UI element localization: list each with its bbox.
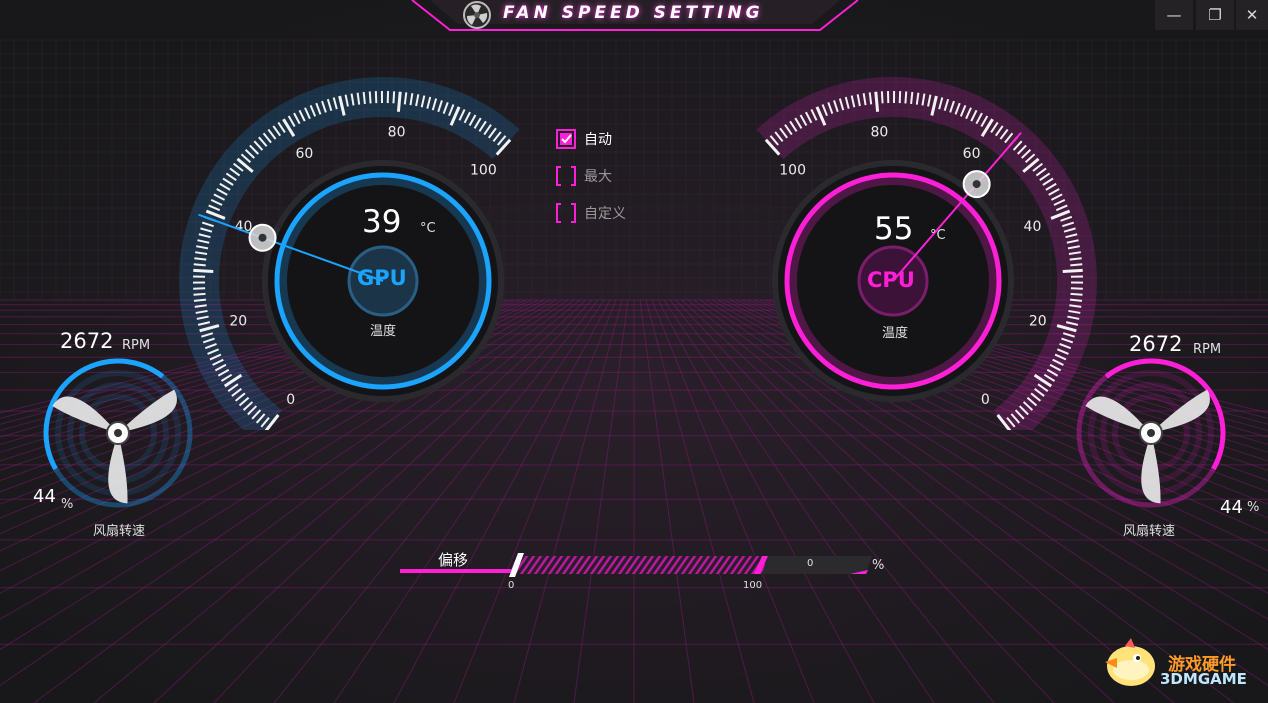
cpu-gauge-tick (1070, 263, 1083, 267)
gpu-gauge-tick (193, 292, 206, 296)
cpu-gauge-tick-label: 40 (1024, 219, 1042, 235)
cpu-gauge-tick-label: 80 (870, 125, 888, 141)
cpu-fan-rpm-unit: RPM (1193, 342, 1222, 357)
cpu-gauge-tick (910, 91, 914, 105)
gpu-gauge-tick-label: 80 (388, 125, 406, 141)
cpu-gauge-tick (1069, 257, 1082, 261)
gpu-fan-label: 风扇转速 (93, 524, 146, 539)
offset-min-label: 0 (508, 580, 515, 591)
cpu-gauge-tick-label: 20 (1029, 313, 1047, 329)
gpu-temperature-label: 温度 (370, 324, 397, 339)
mode-auto[interactable]: 自动 (556, 126, 612, 152)
gpu-gauge-tick (392, 91, 396, 104)
cpu-gauge-tick (874, 91, 880, 112)
checkbox-unchecked-icon (556, 203, 576, 223)
cpu-needle-knob-center (972, 180, 981, 189)
cpu-fan-rpm-value: 2672 (1129, 332, 1183, 356)
mode-auto-label: 自动 (584, 132, 612, 148)
offset-unit: % (872, 558, 885, 573)
mode-custom[interactable]: 自定义 (556, 200, 626, 226)
gpu-gauge-tick (193, 298, 207, 302)
checkbox-unchecked-icon (556, 166, 576, 186)
cpu-gauge-tick (904, 91, 908, 104)
cpu-gauge-tick-label: 60 (963, 146, 981, 162)
gpu-gauge-tick (368, 91, 372, 104)
cpu-fan-percent-value: 44 (1220, 497, 1243, 518)
cpu-temperature-gauge: 0 20 40 60 80 100 (756, 77, 1097, 430)
gpu-gauge-tick (193, 263, 206, 267)
cpu-fan-label: 风扇转速 (1123, 524, 1176, 539)
fan-logo-icon (462, 0, 492, 30)
cpu-gauge-tick (1069, 298, 1083, 302)
mode-max-label: 最大 (584, 169, 612, 185)
gpu-gauge-tick (362, 91, 366, 105)
restore-button[interactable]: ❐ (1196, 0, 1234, 30)
gpu-gauge-tick (396, 91, 402, 112)
gpu-gauge-tick-label: 20 (229, 313, 247, 329)
gpu-temperature-unit: °C (420, 221, 436, 236)
gpu-temperature-gauge: 020406080100 (179, 77, 520, 430)
gpu-fan-percent-value: 44 (33, 486, 56, 507)
gpu-fan-rpm-value: 2672 (60, 329, 114, 353)
gpu-temperature-value: 39 (362, 204, 402, 240)
checkbox-checked-icon (556, 129, 576, 149)
gpu-fan-rpm-unit: RPM (122, 338, 151, 353)
watermark-text-en: 3DMGAME (1160, 670, 1247, 688)
gpu-badge: GPU (357, 266, 407, 290)
cpu-temperature-value: 55 (874, 211, 914, 247)
cpu-gauge-tick (880, 91, 884, 104)
cpu-gauge-tick (1062, 268, 1083, 274)
offset-slider[interactable] (398, 548, 878, 584)
watermark-mascot-icon (1097, 636, 1159, 690)
cpu-fan-speed-ring (1076, 358, 1226, 508)
gpu-gauge-tick (194, 257, 207, 261)
gpu-gauge-tick (193, 268, 214, 274)
offset-max-label: 100 (743, 580, 763, 591)
cpu-temperature-label: 温度 (882, 326, 909, 341)
cpu-fan-percent-unit: % (1247, 500, 1260, 515)
close-button[interactable]: ✕ (1236, 0, 1268, 30)
cpu-badge: CPU (867, 268, 915, 292)
cpu-gauge-tick-label: 100 (779, 163, 806, 179)
cpu-gauge-tick (1070, 292, 1083, 296)
restore-icon: ❐ (1208, 6, 1222, 24)
gpu-fan-speed-ring (43, 358, 193, 508)
close-icon: ✕ (1245, 6, 1259, 24)
offset-value-field[interactable]: 0 (807, 558, 813, 569)
minimize-icon: — (1166, 6, 1182, 24)
cpu-gauge-tick-label: 0 (981, 392, 990, 408)
mode-max[interactable]: 最大 (556, 163, 612, 189)
gpu-fan-percent-unit: % (61, 497, 74, 512)
mode-custom-label: 自定义 (584, 206, 626, 222)
gpu-gauge-tick-label: 100 (470, 163, 497, 179)
gpu-gauge-tick-label: 60 (295, 146, 313, 162)
minimize-button[interactable]: — (1155, 0, 1193, 30)
gpu-gauge-tick-label: 0 (286, 392, 295, 408)
cpu-temperature-unit: °C (930, 228, 946, 243)
gpu-needle-knob-center (258, 233, 267, 242)
window-title: FAN SPEED SETTING (503, 3, 764, 23)
